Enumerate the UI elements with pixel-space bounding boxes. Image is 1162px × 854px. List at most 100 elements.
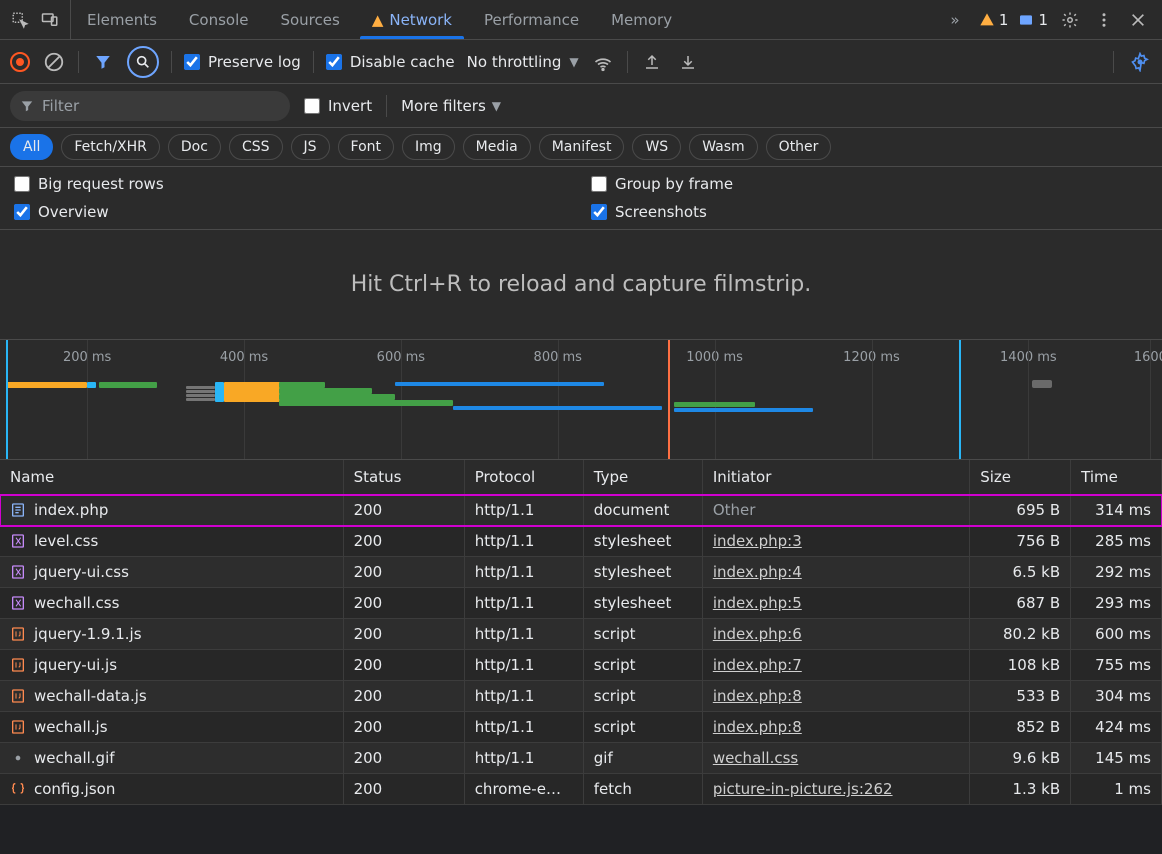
initiator-link[interactable]: index.php:7 <box>713 656 802 674</box>
filter-pill-all[interactable]: All <box>10 134 53 160</box>
request-table: Name Status Protocol Type Initiator Size… <box>0 460 1162 805</box>
inspect-icon[interactable] <box>8 8 32 32</box>
initiator-link[interactable]: picture-in-picture.js:262 <box>713 780 893 798</box>
group-by-frame-checkbox[interactable]: Group by frame <box>591 175 1148 193</box>
filter-pill-ws[interactable]: WS <box>632 134 681 160</box>
tab-performance[interactable]: Performance <box>468 0 595 39</box>
overview-label: Overview <box>38 203 109 221</box>
request-row[interactable]: wechall.js200http/1.1scriptindex.php:885… <box>0 712 1162 743</box>
request-row[interactable]: index.php200http/1.1documentOther695 B31… <box>0 495 1162 526</box>
js-icon <box>10 657 26 673</box>
request-status: 200 <box>343 650 464 681</box>
initiator-link[interactable]: index.php:8 <box>713 687 802 705</box>
tab-memory[interactable]: Memory <box>595 0 688 39</box>
column-header-name[interactable]: Name <box>0 460 343 495</box>
request-type: gif <box>583 743 702 774</box>
filter-pill-wasm[interactable]: Wasm <box>689 134 757 160</box>
initiator-link[interactable]: index.php:5 <box>713 594 802 612</box>
request-size: 695 B <box>970 495 1071 526</box>
column-header-size[interactable]: Size <box>970 460 1071 495</box>
request-row[interactable]: wechall-data.js200http/1.1scriptindex.ph… <box>0 681 1162 712</box>
request-row[interactable]: jquery-ui.js200http/1.1scriptindex.php:7… <box>0 650 1162 681</box>
screenshots-checkbox[interactable]: Screenshots <box>591 203 1148 221</box>
filter-pill-img[interactable]: Img <box>402 134 455 160</box>
tab-label: Memory <box>611 11 672 29</box>
warning-count: 1 <box>999 11 1009 29</box>
request-row[interactable]: level.css200http/1.1stylesheetindex.php:… <box>0 526 1162 557</box>
filter-pill-media[interactable]: Media <box>463 134 531 160</box>
filter-pill-manifest[interactable]: Manifest <box>539 134 625 160</box>
overview-checkbox[interactable]: Overview <box>14 203 571 221</box>
network-settings-icon[interactable] <box>1128 50 1152 74</box>
request-type: script <box>583 681 702 712</box>
tab-sources[interactable]: Sources <box>264 0 355 39</box>
filter-pill-css[interactable]: CSS <box>229 134 283 160</box>
request-size: 687 B <box>970 588 1071 619</box>
request-time: 293 ms <box>1071 588 1162 619</box>
filter-input[interactable]: Filter <box>10 91 290 121</box>
request-name: wechall.js <box>34 718 108 736</box>
column-header-type[interactable]: Type <box>583 460 702 495</box>
initiator-link[interactable]: index.php:8 <box>713 718 802 736</box>
issues-info-badge[interactable]: 1 <box>1018 11 1048 29</box>
request-status: 200 <box>343 495 464 526</box>
tab-network[interactable]: ▲Network <box>356 0 468 39</box>
request-type: script <box>583 619 702 650</box>
preserve-log-checkbox[interactable]: Preserve log <box>184 53 301 71</box>
request-size: 756 B <box>970 526 1071 557</box>
request-row[interactable]: jquery-ui.css200http/1.1stylesheetindex.… <box>0 557 1162 588</box>
filmstrip-hint: Hit Ctrl+R to reload and capture filmstr… <box>0 230 1162 340</box>
settings-icon[interactable] <box>1058 8 1082 32</box>
initiator-link[interactable]: index.php:6 <box>713 625 802 643</box>
filter-toggle-icon[interactable] <box>91 50 115 74</box>
filter-pill-font[interactable]: Font <box>338 134 394 160</box>
column-header-initiator[interactable]: Initiator <box>702 460 969 495</box>
request-row[interactable]: wechall.css200http/1.1stylesheetindex.ph… <box>0 588 1162 619</box>
timeline-label: 1600 <box>1134 350 1162 365</box>
overview-timeline[interactable]: 200 ms400 ms600 ms800 ms1000 ms1200 ms14… <box>0 340 1162 460</box>
css-icon <box>10 564 26 580</box>
more-filters-dropdown[interactable]: More filters ▼ <box>401 97 501 115</box>
request-time: 424 ms <box>1071 712 1162 743</box>
invert-checkbox[interactable]: Invert <box>304 97 372 115</box>
filter-pill-other[interactable]: Other <box>766 134 832 160</box>
tab-label: Network <box>389 11 452 29</box>
tab-label: Elements <box>87 11 157 29</box>
column-header-protocol[interactable]: Protocol <box>464 460 583 495</box>
tab-elements[interactable]: Elements <box>71 0 173 39</box>
request-row[interactable]: config.json200chrome-e…fetchpicture-in-p… <box>0 774 1162 805</box>
request-row[interactable]: jquery-1.9.1.js200http/1.1scriptindex.ph… <box>0 619 1162 650</box>
info-count: 1 <box>1038 11 1048 29</box>
initiator-link[interactable]: index.php:4 <box>713 563 802 581</box>
group-by-frame-label: Group by frame <box>615 175 733 193</box>
column-header-status[interactable]: Status <box>343 460 464 495</box>
network-conditions-icon[interactable] <box>591 50 615 74</box>
filter-pill-js[interactable]: JS <box>291 134 330 160</box>
tab-console[interactable]: Console <box>173 0 265 39</box>
request-time: 285 ms <box>1071 526 1162 557</box>
request-row[interactable]: wechall.gif200http/1.1gifwechall.css9.6 … <box>0 743 1162 774</box>
close-devtools-icon[interactable] <box>1126 8 1150 32</box>
kebab-menu-icon[interactable] <box>1092 8 1116 32</box>
more-tabs-icon[interactable]: » <box>943 8 967 32</box>
throttling-select[interactable]: No throttling ▼ <box>467 53 579 71</box>
disable-cache-checkbox[interactable]: Disable cache <box>326 53 455 71</box>
filter-pill-doc[interactable]: Doc <box>168 134 221 160</box>
initiator-link[interactable]: index.php:3 <box>713 532 802 550</box>
timeline-drag-handle[interactable] <box>1032 380 1052 388</box>
search-button[interactable] <box>127 46 159 78</box>
request-type: stylesheet <box>583 588 702 619</box>
initiator-link[interactable]: wechall.css <box>713 749 798 767</box>
json-icon <box>10 781 26 797</box>
issues-warning-badge[interactable]: 1 <box>979 11 1009 29</box>
clear-button[interactable] <box>42 50 66 74</box>
device-toggle-icon[interactable] <box>38 8 62 32</box>
download-har-icon[interactable] <box>676 50 700 74</box>
request-protocol: http/1.1 <box>464 619 583 650</box>
record-button[interactable] <box>10 52 30 72</box>
big-request-rows-checkbox[interactable]: Big request rows <box>14 175 571 193</box>
upload-har-icon[interactable] <box>640 50 664 74</box>
filter-pill-fetchxhr[interactable]: Fetch/XHR <box>61 134 160 160</box>
funnel-icon <box>20 99 34 113</box>
column-header-time[interactable]: Time <box>1071 460 1162 495</box>
